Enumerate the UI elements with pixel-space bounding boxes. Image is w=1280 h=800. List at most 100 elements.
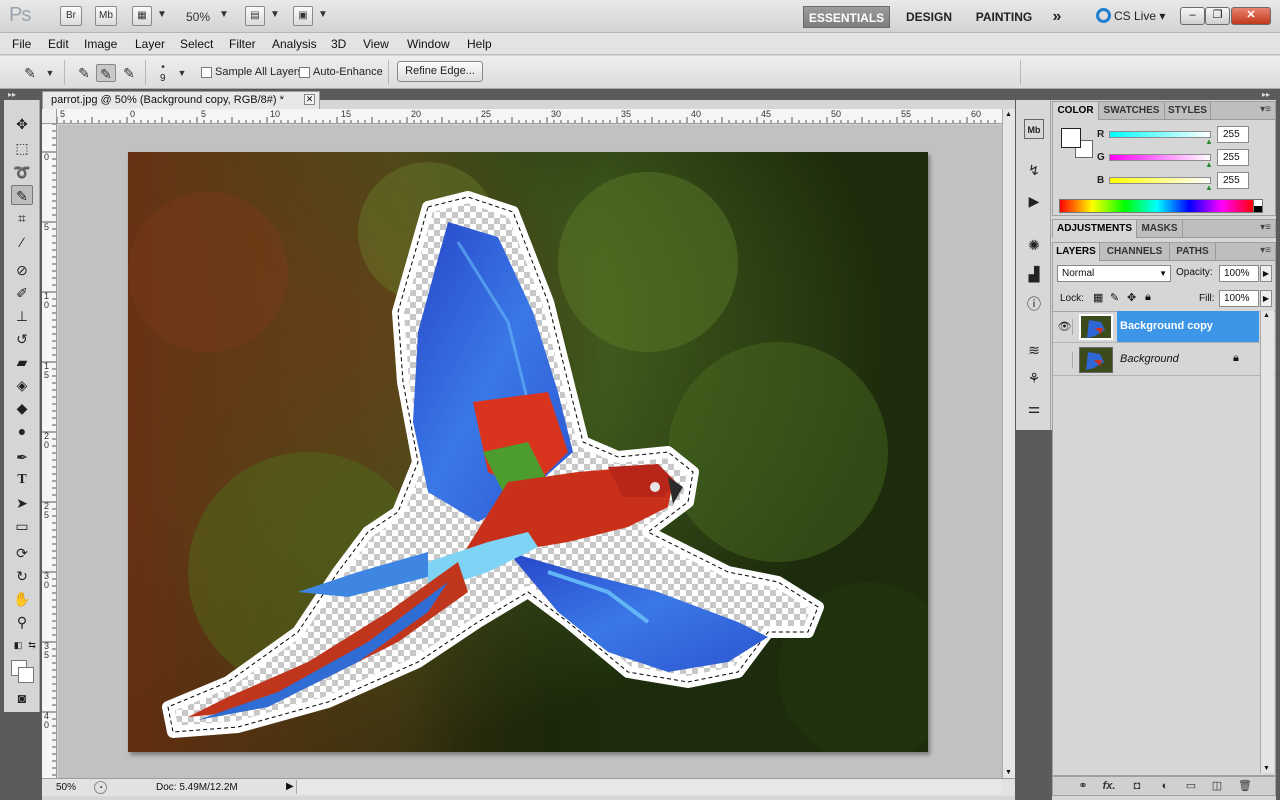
swap-colors-icon[interactable]: ⇆	[21, 635, 43, 655]
marquee-tool-icon[interactable]: ⬚	[11, 138, 33, 158]
new-layer-icon[interactable]: ◫	[1209, 779, 1225, 794]
menu-file[interactable]: File	[12, 37, 31, 51]
layers-panel-menu-icon[interactable]: ▾≡	[1260, 245, 1271, 256]
brush-presets-panel-icon[interactable]: ≋	[1024, 340, 1044, 360]
menu-layer[interactable]: Layer	[135, 37, 165, 51]
zoom-chevron-icon[interactable]: ▼	[219, 9, 229, 20]
view-extras-chevron-icon[interactable]: ▼	[157, 9, 167, 20]
brush-size[interactable]: 9	[160, 73, 166, 84]
path-selection-tool-icon[interactable]: ➤	[11, 493, 33, 513]
more-workspaces-icon[interactable]: »	[1046, 6, 1068, 28]
adjustment-icon[interactable]: ◐	[1157, 779, 1173, 794]
blue-slider-thumb-icon[interactable]: ▲	[1205, 183, 1213, 192]
view-extras-icon[interactable]: ▦	[132, 6, 152, 26]
tab-channels[interactable]: CHANNELS	[1100, 243, 1170, 261]
blend-mode-select[interactable]: Normal ▼	[1057, 265, 1171, 282]
screen-mode-chevron-icon[interactable]: ▼	[318, 9, 328, 20]
folder-icon[interactable]: ▭	[1183, 779, 1199, 794]
clone-stamp-tool-icon[interactable]: ⊥	[11, 306, 33, 326]
3d-rotate-tool-icon[interactable]: ⟳	[11, 543, 33, 563]
info-panel-icon[interactable]: ⓘ	[1024, 294, 1044, 314]
parrot-image-canvas[interactable]	[128, 152, 928, 752]
menu-window[interactable]: Window	[407, 37, 450, 51]
pen-tool-icon[interactable]: ✒	[11, 447, 33, 467]
visibility-toggle[interactable]	[1057, 352, 1073, 368]
hand-tool-icon[interactable]: ✋	[11, 589, 33, 609]
quick-mask-icon[interactable]: ◙	[11, 688, 33, 708]
lock-all-icon[interactable]: 🔒︎	[1145, 291, 1151, 304]
menu-help[interactable]: Help	[467, 37, 492, 51]
layer-row-background[interactable]: Background 🔒︎	[1053, 344, 1275, 376]
green-slider-thumb-icon[interactable]: ▲	[1205, 160, 1213, 169]
move-tool-icon[interactable]: ✥	[11, 114, 33, 134]
healing-brush-tool-icon[interactable]: ⊘	[11, 260, 33, 280]
clone-source-panel-icon[interactable]: ⚘	[1024, 368, 1044, 388]
menu-view[interactable]: View	[363, 37, 389, 51]
link-icon[interactable]: ⚭	[1075, 779, 1091, 794]
navigator-panel-icon[interactable]: ✺	[1024, 235, 1044, 255]
minimize-button[interactable]: –	[1180, 7, 1205, 25]
history-brush-tool-icon[interactable]: ↺	[11, 329, 33, 349]
refine-edge-button[interactable]: Refine Edge...	[397, 61, 483, 82]
type-tool-icon[interactable]: T	[11, 470, 33, 490]
new-selection-brush-icon[interactable]: ✎	[74, 64, 94, 82]
green-slider[interactable]	[1109, 154, 1211, 161]
red-slider-thumb-icon[interactable]: ▲	[1205, 137, 1213, 146]
3d-orbit-tool-icon[interactable]: ↻	[11, 566, 33, 586]
mini-bridge-button[interactable]: Mb	[95, 6, 117, 26]
tab-color[interactable]: COLOR	[1053, 102, 1099, 120]
workspace-design[interactable]: DESIGN	[898, 6, 960, 28]
tab-masks[interactable]: MASKS	[1137, 220, 1183, 238]
layer-name[interactable]: Background	[1120, 353, 1179, 365]
sample-all-layers-checkbox[interactable]	[201, 67, 212, 78]
bridge-button[interactable]: Br	[60, 6, 82, 26]
brush-tool-icon[interactable]: ✐	[11, 283, 33, 303]
arrange-documents-icon[interactable]: ▤	[245, 6, 265, 26]
tool-presets-panel-icon[interactable]: ⚌	[1024, 398, 1044, 418]
actions-panel-icon[interactable]: ▶	[1024, 191, 1044, 211]
subtract-from-selection-brush-icon[interactable]: ✎	[119, 64, 139, 82]
layers-scroll-down-icon[interactable]: ▼	[1263, 765, 1270, 772]
green-value-input[interactable]: 255	[1217, 149, 1249, 166]
shape-tool-icon[interactable]: ▭	[11, 516, 33, 536]
opacity-slider-arrow-icon[interactable]: ▶	[1260, 265, 1272, 282]
workspace-essentials[interactable]: ESSENTIALS	[803, 6, 890, 28]
color-panel-menu-icon[interactable]: ▾≡	[1260, 104, 1271, 115]
brush-picker-chevron-icon[interactable]: ▼	[172, 64, 192, 82]
layers-scroll-up-icon[interactable]: ▲	[1263, 312, 1270, 319]
menu-analysis[interactable]: Analysis	[272, 37, 317, 51]
ruler-origin[interactable]	[42, 109, 57, 124]
scroll-up-icon[interactable]: ▲	[1005, 111, 1012, 118]
close-button[interactable]: ✕	[1231, 7, 1271, 25]
status-info-icon[interactable]: ◔	[94, 781, 107, 794]
dodge-tool-icon[interactable]: ●	[11, 421, 33, 441]
tool-preset-picker-icon[interactable]: ✎	[20, 64, 40, 82]
trash-icon[interactable]: 🗑︎	[1237, 779, 1253, 794]
workspace-painting[interactable]: PAINTING	[966, 6, 1042, 28]
opacity-input[interactable]: 100%	[1219, 265, 1259, 282]
history-panel-icon[interactable]: ↯	[1024, 160, 1044, 180]
menu-image[interactable]: Image	[84, 37, 117, 51]
menu-select[interactable]: Select	[180, 37, 213, 51]
lock-transparent-pixels-icon[interactable]: ▦	[1093, 291, 1103, 304]
color-ramp[interactable]	[1059, 199, 1255, 213]
lock-position-icon[interactable]: ✥	[1127, 291, 1136, 304]
blue-slider[interactable]	[1109, 177, 1211, 184]
document-tab[interactable]: parrot.jpg @ 50% (Background copy, RGB/8…	[42, 91, 320, 109]
red-value-input[interactable]: 255	[1217, 126, 1249, 143]
layer-row-background-copy[interactable]: 👁︎ Background copy	[1053, 311, 1275, 343]
blue-value-input[interactable]: 255	[1217, 172, 1249, 189]
tab-swatches[interactable]: SWATCHES	[1099, 102, 1165, 120]
mini-bridge-panel-icon[interactable]: Mb	[1024, 119, 1044, 139]
tab-adjustments[interactable]: ADJUSTMENTS	[1053, 220, 1137, 238]
tool-preset-chevron-icon[interactable]: ▼	[40, 64, 60, 82]
tab-paths[interactable]: PATHS	[1170, 243, 1216, 261]
panel-foreground-swatch[interactable]	[1061, 128, 1081, 148]
menu-filter[interactable]: Filter	[229, 37, 256, 51]
fx-icon[interactable]: fx.	[1101, 779, 1117, 794]
mask-icon[interactable]: ◘	[1129, 779, 1145, 794]
paint-bucket-tool-icon[interactable]: ◈	[11, 375, 33, 395]
scroll-down-icon[interactable]: ▼	[1005, 769, 1012, 776]
cs-live-menu[interactable]: CS Live ▾	[1096, 8, 1165, 23]
red-slider[interactable]	[1109, 131, 1211, 138]
